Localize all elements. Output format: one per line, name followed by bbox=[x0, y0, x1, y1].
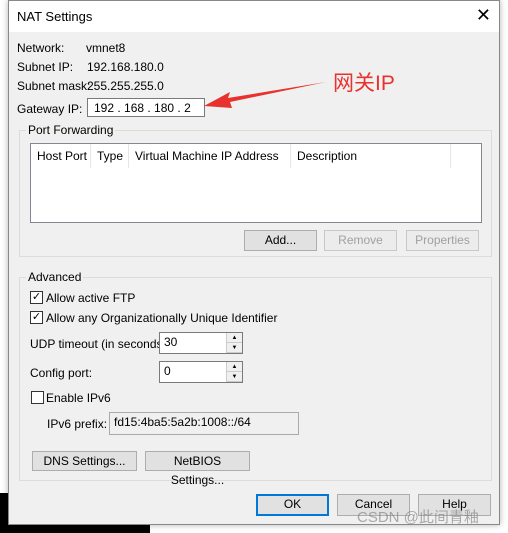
allow-oui-label: Allow any Organizationally Unique Identi… bbox=[46, 311, 278, 325]
config-port-value: 0 bbox=[164, 364, 171, 378]
udp-timeout-value: 30 bbox=[164, 335, 178, 349]
column-host-port[interactable]: Host Port bbox=[31, 144, 91, 168]
gateway-ip-label: Gateway IP: bbox=[17, 102, 83, 116]
spin-up-icon[interactable]: ▲ bbox=[227, 333, 242, 343]
udp-timeout-label: UDP timeout (in seconds): bbox=[30, 337, 170, 351]
gateway-ip-input[interactable]: 192 . 168 . 180 . 2 bbox=[87, 98, 205, 117]
annotation-arrow-icon bbox=[204, 82, 326, 108]
subnet-ip-label: Subnet IP: bbox=[17, 60, 74, 74]
ipv6-prefix-input[interactable]: fd15:4ba5:5a2b:1008::/64 bbox=[109, 412, 299, 435]
column-type[interactable]: Type bbox=[91, 144, 129, 168]
remove-button[interactable]: Remove bbox=[324, 230, 397, 251]
network-label: Network: bbox=[17, 41, 65, 55]
dns-settings-button[interactable]: DNS Settings... bbox=[32, 451, 137, 471]
gateway-annotation: 网关IP bbox=[333, 72, 395, 95]
network-value: vmnet8 bbox=[86, 41, 126, 55]
properties-button[interactable]: Properties bbox=[406, 230, 479, 251]
allow-ftp-checkbox[interactable]: ✓ bbox=[30, 291, 43, 304]
subnet-ip-value: 192.168.180.0 bbox=[87, 60, 164, 74]
port-forwarding-title: Port Forwarding bbox=[26, 123, 116, 137]
spin-down-icon[interactable]: ▼ bbox=[227, 343, 242, 353]
advanced-title: Advanced bbox=[26, 270, 84, 284]
enable-ipv6-label: Enable IPv6 bbox=[46, 391, 111, 405]
allow-oui-checkbox[interactable]: ✓ bbox=[30, 311, 43, 324]
watermark: CSDN @此间青釉 bbox=[357, 509, 479, 526]
enable-ipv6-checkbox[interactable] bbox=[31, 391, 44, 404]
config-port-label: Config port: bbox=[30, 366, 93, 380]
ok-button[interactable]: OK bbox=[256, 494, 329, 516]
ipv6-prefix-label: IPv6 prefix: bbox=[47, 417, 108, 431]
netbios-settings-button[interactable]: NetBIOS Settings... bbox=[145, 451, 250, 487]
title-bar: NAT Settings ✕ bbox=[9, 1, 499, 32]
spin-down-icon[interactable]: ▼ bbox=[227, 372, 242, 382]
port-forwarding-group: Port Forwarding Host Port Type Virtual M… bbox=[19, 123, 492, 257]
port-forwarding-table[interactable]: Host Port Type Virtual Machine IP Addres… bbox=[30, 143, 482, 223]
add-button[interactable]: Add... bbox=[244, 230, 317, 251]
dialog-title: NAT Settings bbox=[17, 9, 93, 24]
subnet-mask-value: 255.255.255.0 bbox=[87, 79, 164, 93]
close-icon[interactable]: ✕ bbox=[476, 5, 491, 26]
column-vm-ip[interactable]: Virtual Machine IP Address bbox=[129, 144, 291, 168]
advanced-group: Advanced ✓ Allow active FTP ✓ Allow any … bbox=[19, 270, 492, 487]
allow-ftp-label: Allow active FTP bbox=[46, 291, 136, 305]
subnet-mask-label: Subnet mask: bbox=[17, 79, 91, 93]
udp-timeout-stepper[interactable]: 30 ▲ ▼ bbox=[159, 332, 243, 354]
column-description[interactable]: Description bbox=[291, 144, 451, 168]
config-port-stepper[interactable]: 0 ▲ ▼ bbox=[159, 361, 243, 383]
spin-up-icon[interactable]: ▲ bbox=[227, 362, 242, 372]
